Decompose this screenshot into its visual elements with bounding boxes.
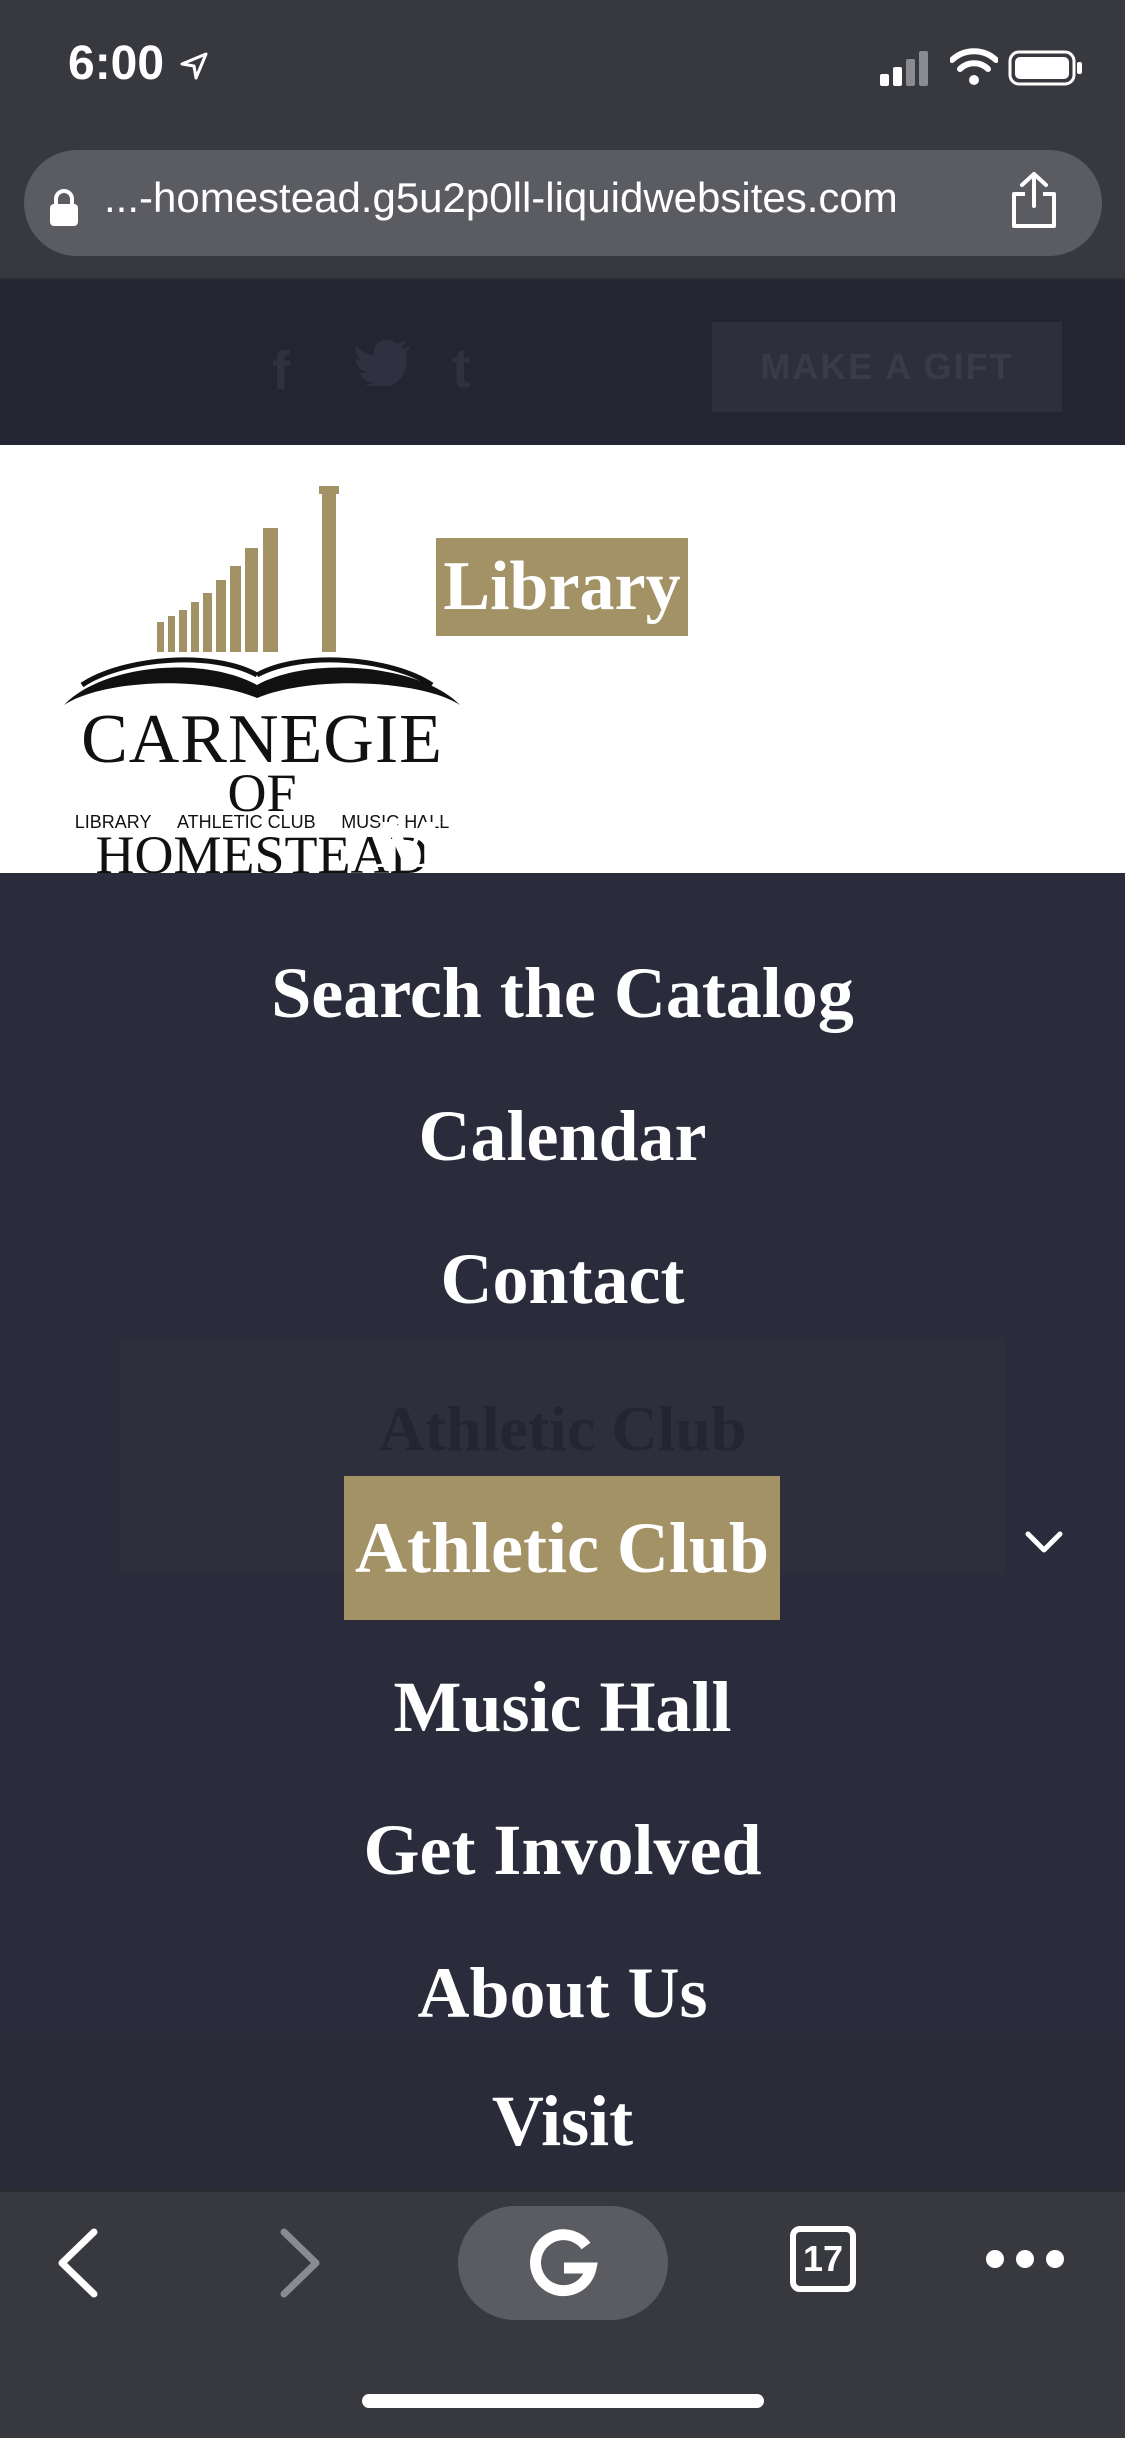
forward-icon[interactable] — [278, 2228, 322, 2303]
status-time: 6:00 — [68, 37, 165, 90]
signal-icon — [880, 50, 932, 91]
share-icon[interactable] — [1008, 170, 1060, 235]
home-indicator[interactable] — [362, 2394, 764, 2408]
location-arrow-icon — [178, 50, 210, 87]
battery-icon — [1008, 50, 1084, 91]
tabs-icon[interactable]: 17 — [790, 2226, 856, 2292]
menu-item-get-involved[interactable]: Get Involved — [0, 1809, 1125, 1892]
menu-item-about-us[interactable]: About Us — [0, 1952, 1125, 2035]
chevron-down-icon[interactable] — [1024, 1530, 1064, 1561]
menu-item-my-account-label: My Account — [375, 822, 750, 873]
google-icon[interactable] — [458, 2206, 668, 2320]
library-tab[interactable]: Library — [436, 538, 688, 636]
tumblr-icon[interactable]: t — [452, 335, 471, 400]
carnegie-logo-icon[interactable] — [62, 480, 462, 715]
twitter-icon[interactable] — [355, 340, 412, 398]
menu-item-visit[interactable]: Visit — [0, 2080, 1125, 2163]
url-text[interactable]: ...-homestead.g5u2p0ll-liquidwebsites.co… — [104, 174, 898, 222]
menu-item-music-hall[interactable]: Music Hall — [0, 1666, 1125, 1749]
menu-item-contact[interactable]: Contact — [0, 1238, 1125, 1321]
dropdown-backdrop-label: Athletic Club — [378, 1393, 747, 1464]
lock-icon — [48, 188, 80, 233]
menu-item-my-account[interactable]: My Account — [0, 822, 1125, 873]
make-a-gift-button[interactable]: MAKE A GIFT — [712, 322, 1062, 412]
menu-item-calendar[interactable]: Calendar — [0, 1095, 1125, 1178]
back-icon[interactable] — [56, 2228, 100, 2303]
menu-item-athletic-club[interactable]: Athletic Club — [344, 1476, 780, 1620]
wifi-icon — [949, 48, 999, 91]
more-icon[interactable] — [984, 2248, 1066, 2275]
facebook-icon[interactable]: f — [272, 340, 290, 402]
menu-item-search-catalog[interactable]: Search the Catalog — [0, 952, 1125, 1035]
